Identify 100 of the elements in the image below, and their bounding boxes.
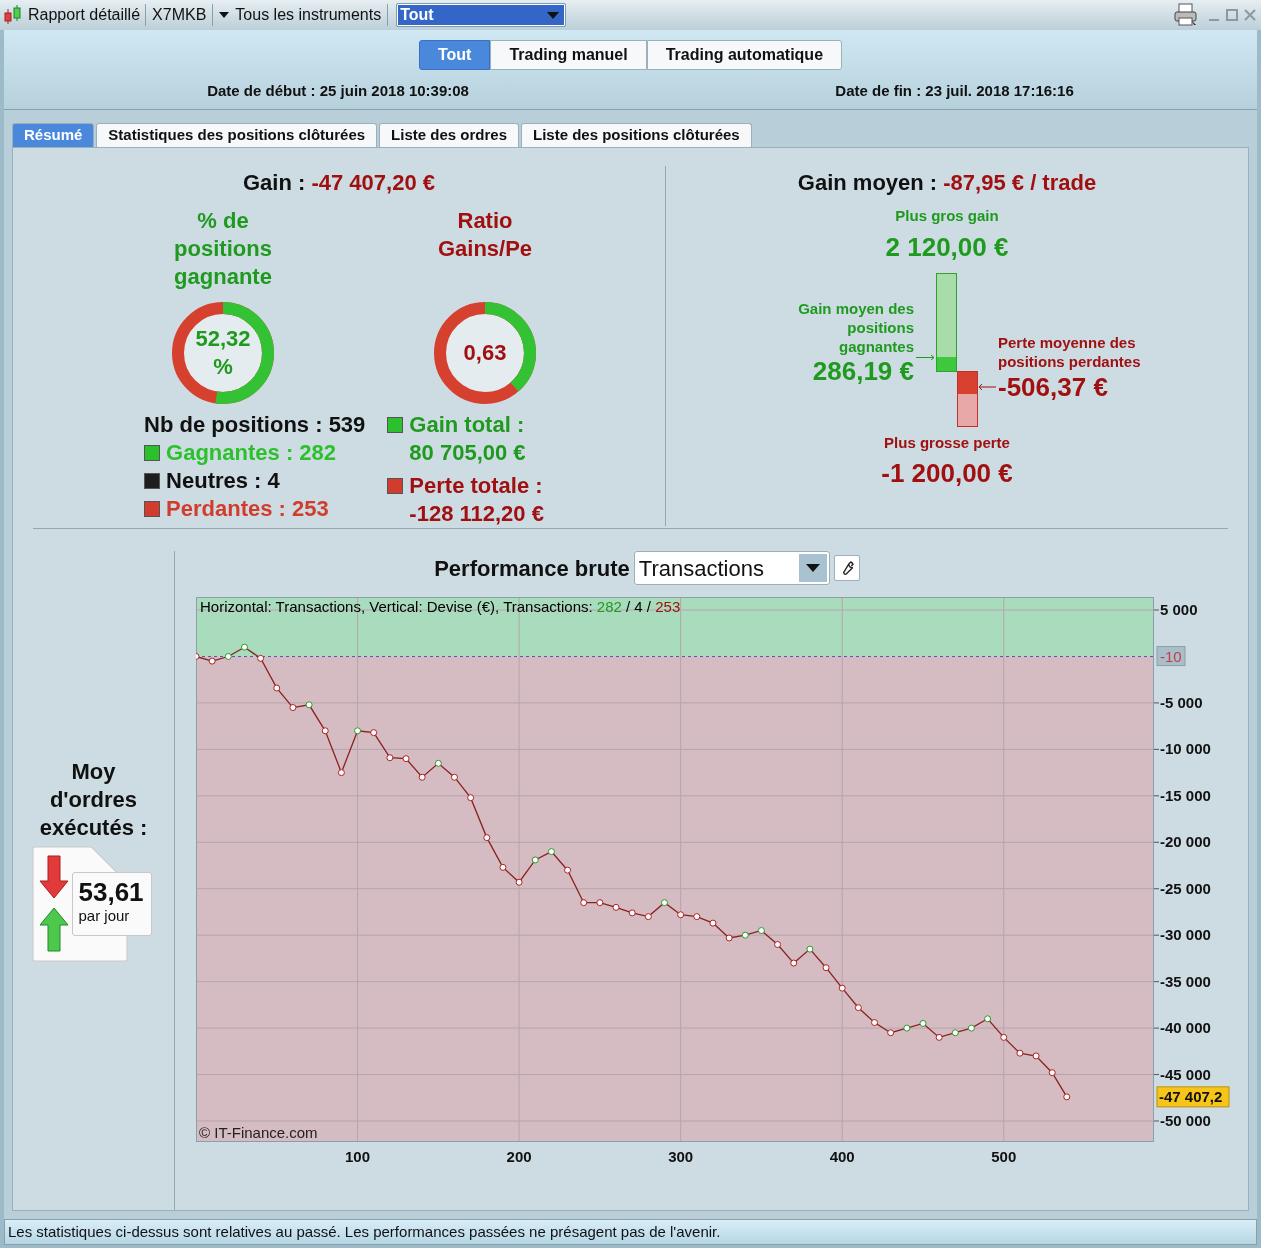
average-loss-label: Perte moyenne des positions perdantes <box>997 332 1142 371</box>
x-axis-label: 300 <box>668 1148 694 1165</box>
trade-marker <box>919 1019 927 1027</box>
trade-marker <box>854 1004 862 1012</box>
report-tab[interactable]: Résumé <box>12 123 95 147</box>
y-axis-label: -35 000 <box>1160 972 1211 990</box>
average-win-label: Gain moyen des positions gagnantes <box>797 298 914 356</box>
filter-dropdown[interactable]: Tout <box>396 3 567 27</box>
trade-marker <box>984 1015 992 1023</box>
trade-marker <box>402 755 410 763</box>
total-label: Perte totale : <box>409 472 544 500</box>
y-axis-label: -10 000 <box>1160 740 1211 758</box>
mode-tab[interactable]: Trading automatique <box>646 40 843 70</box>
settings-button[interactable] <box>833 555 860 581</box>
trade-marker <box>951 1029 959 1037</box>
reference-label: -10 <box>1156 646 1186 667</box>
trade-marker <box>547 848 555 856</box>
trade-marker <box>305 701 313 709</box>
y-axis-label: -50 000 <box>1160 1112 1211 1129</box>
trade-marker <box>240 643 248 651</box>
trade-marker <box>1000 1033 1008 1041</box>
trade-marker <box>499 863 507 871</box>
chart-type-dropdown[interactable]: Transactions <box>633 551 830 585</box>
donut-value: 0,63 <box>462 339 508 367</box>
trade-marker <box>370 729 378 737</box>
trade-marker <box>515 878 523 886</box>
mode-tab[interactable]: Tout <box>418 40 491 70</box>
report-tab[interactable]: Liste des positions clôturées <box>521 123 752 147</box>
trade-marker <box>741 931 749 939</box>
last-value-label: -47 407,2 <box>1156 1086 1230 1108</box>
trade-marker <box>451 773 458 781</box>
x-axis-label: 400 <box>829 1148 855 1165</box>
chart-legend: Horizontal: Transactions, Vertical: Devise (€), Transactions: 282 / 4 / 253 <box>200 598 681 615</box>
trade-marker <box>1063 1093 1071 1101</box>
total-value: -128 112,20 € <box>409 500 544 528</box>
report-tab[interactable]: Statistiques des positions clôturées <box>96 123 378 147</box>
average-win-value: 286,19 € <box>812 355 914 386</box>
printer-icon[interactable] <box>1173 3 1199 27</box>
total-value: 80 705,00 € <box>409 439 526 467</box>
y-axis-label: -5 000 <box>1160 693 1203 711</box>
trade-marker <box>709 919 717 927</box>
trade-marker <box>386 754 394 762</box>
trade-marker <box>434 759 442 767</box>
end-date: Date de fin : 23 juil. 2018 17:16:16 <box>835 81 1074 101</box>
positions-stat: Gagnantes : 282 <box>166 439 337 467</box>
trade-marker <box>224 652 232 660</box>
trade-marker <box>871 1019 878 1026</box>
trade-marker <box>628 909 636 917</box>
trade-marker <box>693 913 701 921</box>
account-label: X7MKB <box>151 5 208 25</box>
trade-marker <box>531 856 539 864</box>
x-axis-label: 200 <box>506 1148 532 1165</box>
trade-marker <box>774 941 782 948</box>
trade-marker <box>1048 1069 1056 1077</box>
trade-marker <box>596 899 604 907</box>
orders-value: 53,61 <box>78 876 145 907</box>
x-axis-label: 500 <box>991 1148 1017 1165</box>
trade-marker <box>1032 1052 1040 1060</box>
best-gain-value: 2 120,00 € <box>885 230 1009 264</box>
caret-icon <box>219 12 230 18</box>
trade-marker <box>935 1033 943 1041</box>
close-icon[interactable] <box>1243 8 1257 22</box>
maximize-icon[interactable] <box>1225 8 1239 22</box>
instruments-menu[interactable]: Tous les instruments <box>213 3 388 27</box>
trade-marker <box>321 727 329 735</box>
trade-marker <box>418 773 426 781</box>
trade-marker <box>661 899 668 907</box>
trade-marker <box>467 794 475 802</box>
trade-marker <box>725 934 733 942</box>
trade-marker <box>612 903 620 911</box>
report-title: Rapport détaillé <box>28 5 142 25</box>
caret-icon <box>547 11 560 19</box>
donut-title: Ratio Gains/Pe <box>436 207 534 263</box>
trade-marker <box>822 964 830 972</box>
donut-value: 52,32 % <box>194 325 252 381</box>
caret-icon <box>805 564 820 572</box>
trade-marker <box>838 984 846 992</box>
disclaimer-text: Les statistiques ci-dessus sont relatives au passé. Les performances passées ne présagent pas de l'avenir. <box>8 1221 721 1242</box>
trade-marker <box>564 866 572 874</box>
trade-marker <box>354 727 362 735</box>
worst-loss-value: -1 200,00 € <box>881 457 1013 490</box>
trade-marker <box>289 704 297 712</box>
trade-marker <box>903 1024 911 1032</box>
trade-marker <box>677 911 685 919</box>
positions-stat: Perdantes : 253 <box>166 495 329 523</box>
positions-stat: Neutres : 4 <box>166 467 280 495</box>
mode-tab[interactable]: Trading manuel <box>490 40 647 70</box>
worst-loss-label: Plus grosse perte <box>884 432 1010 453</box>
y-axis-label: -45 000 <box>1160 1065 1211 1083</box>
y-axis-label: -20 000 <box>1160 833 1211 851</box>
trade-marker <box>273 684 281 692</box>
y-axis-label: -25 000 <box>1160 879 1211 897</box>
report-tab[interactable]: Liste des ordres <box>379 123 519 147</box>
gain-heading: Gain : -47 407,20 € <box>243 169 435 197</box>
orders-label: Moy d'ordres exécutés : <box>38 757 149 842</box>
trade-marker <box>257 654 265 662</box>
trade-marker <box>196 652 200 660</box>
trade-marker <box>967 1024 975 1032</box>
trade-marker <box>806 945 814 953</box>
y-axis-label: -15 000 <box>1160 786 1211 804</box>
